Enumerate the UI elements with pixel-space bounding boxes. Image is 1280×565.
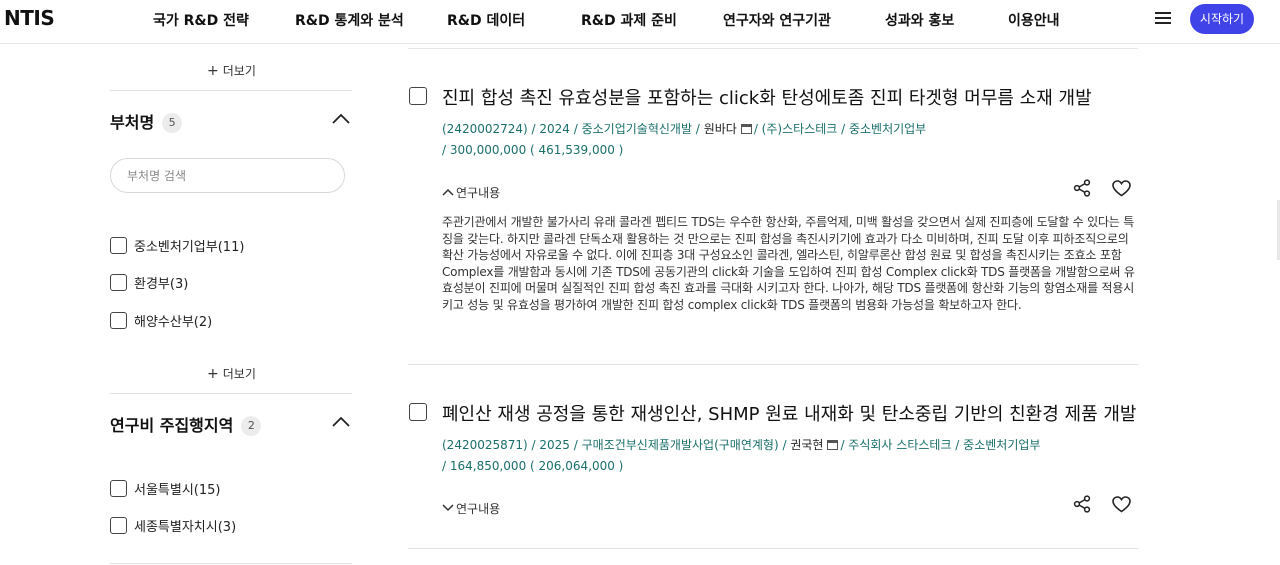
ministry-more-link[interactable]: + 더보기 (207, 365, 256, 382)
chevron-down-icon (442, 504, 454, 512)
heart-icon[interactable] (1112, 496, 1131, 513)
option-label: 환경부(3) (134, 277, 189, 292)
result-title[interactable]: 폐인산 재생 공정을 통한 재생인산, SHMP 원료 내재화 및 탄소중립 기… (442, 400, 1137, 426)
filter-divider (110, 393, 352, 394)
region-title-text: 연구비 주집행지역 (110, 416, 234, 435)
result-budget: / 300,000,000 ( 461,539,000 ) (442, 143, 624, 157)
ministry-filter-title[interactable]: 부처명 5 (110, 109, 183, 133)
result-meta: (2420002724) / 2024 / 중소기업기술혁신개발 / 원바다 / … (442, 120, 926, 137)
researcher-name: 원바다 (703, 122, 737, 136)
nav-rnd-strategy[interactable]: 국가 R&D 전략 (153, 10, 249, 30)
option-label: 해양수산부(2) (134, 315, 213, 330)
top-header: NTIS 국가 R&D 전략 R&D 통계와 분석 R&D 데이터 R&D 과제… (0, 0, 1280, 44)
share-icon[interactable] (1073, 495, 1091, 513)
ministry-option-sme[interactable]: 중소벤처기업부(11) (110, 236, 244, 255)
nav-rnd-project-prep[interactable]: R&D 과제 준비 (581, 10, 677, 30)
results-top-divider (408, 48, 1138, 49)
ministry-title-text: 부처명 (110, 113, 155, 132)
checkbox[interactable] (110, 237, 127, 254)
chevron-up-icon[interactable] (332, 113, 350, 125)
more-label: 더보기 (222, 367, 256, 381)
result-divider (408, 364, 1138, 365)
nav-rnd-data[interactable]: R&D 데이터 (447, 10, 525, 30)
result-title[interactable]: 진피 합성 촉진 유효성분을 포함하는 click화 탄성에토좀 진피 타겟형 … (442, 84, 1137, 110)
result-checkbox[interactable] (409, 403, 427, 421)
chevron-up-icon (442, 188, 454, 196)
plus-icon: + (207, 63, 219, 79)
project-info: (2420002724) / 2024 / 중소기업기술혁신개발 / (442, 122, 700, 136)
nav-researchers[interactable]: 연구자와 연구기관 (723, 10, 831, 30)
toggle-label: 연구내용 (456, 186, 501, 200)
abstract-toggle[interactable]: 연구내용 (442, 184, 500, 201)
project-info: (2420025871) / 2025 / 구매조건부신제품개발사업(구매연계형… (442, 438, 787, 452)
abstract-toggle[interactable]: 연구내용 (442, 500, 500, 517)
checkbox[interactable] (110, 312, 127, 329)
heart-icon[interactable] (1112, 180, 1131, 197)
ministry-search-input[interactable] (110, 158, 345, 193)
ministry-option-oceans[interactable]: 해양수산부(2) (110, 311, 212, 330)
share-icon[interactable] (1073, 179, 1091, 197)
filter-divider (110, 90, 352, 91)
main-nav: 국가 R&D 전략 R&D 통계와 분석 R&D 데이터 R&D 과제 준비 연… (0, 0, 1280, 38)
result-checkbox[interactable] (409, 87, 427, 105)
menu-icon[interactable] (1155, 12, 1171, 24)
checkbox[interactable] (110, 480, 127, 497)
result-meta: (2420025871) / 2025 / 구매조건부신제품개발사업(구매연계형… (442, 436, 1040, 453)
result-abstract: 주관기관에서 개발한 불가사리 유래 콜라겐 펩티드 TDS는 우수한 항산화,… (442, 215, 1135, 312)
region-count-badge: 2 (241, 416, 262, 436)
result-budget: / 164,850,000 ( 206,064,000 ) (442, 459, 624, 473)
toggle-label: 연구내용 (456, 502, 501, 516)
checkbox[interactable] (110, 517, 127, 534)
ministry-option-environment[interactable]: 환경부(3) (110, 273, 188, 292)
more-label: 더보기 (222, 64, 256, 78)
ministry-count-badge: 5 (162, 113, 183, 133)
result-divider (408, 548, 1138, 549)
nav-guide[interactable]: 이용안내 (1008, 10, 1060, 30)
institution-info: / 주식회사 스타스테크 / 중소벤처기업부 (840, 438, 1041, 452)
option-label: 세종특별자치시(3) (134, 520, 237, 535)
nav-outcomes[interactable]: 성과와 홍보 (885, 10, 954, 30)
region-option-seoul[interactable]: 서울특별시(15) (110, 479, 221, 498)
option-label: 서울특별시(15) (134, 483, 221, 498)
plus-icon: + (207, 366, 219, 382)
checkbox[interactable] (110, 274, 127, 291)
option-label: 중소벤처기업부(11) (134, 240, 245, 255)
start-button[interactable]: 시작하기 (1190, 4, 1254, 34)
filter-divider (110, 563, 352, 564)
region-option-sejong[interactable]: 세종특별자치시(3) (110, 516, 236, 535)
researcher-name: 권국현 (790, 438, 824, 452)
institution-info: / (주)스타스테크 / 중소벤처기업부 (753, 122, 927, 136)
chevron-up-icon[interactable] (332, 416, 350, 428)
ministry-prev-more-link[interactable]: + 더보기 (207, 62, 256, 79)
region-filter-title[interactable]: 연구비 주집행지역 2 (110, 412, 262, 436)
calendar-icon (827, 440, 839, 450)
calendar-icon (740, 124, 752, 134)
nav-rnd-statistics[interactable]: R&D 통계와 분석 (295, 10, 404, 30)
